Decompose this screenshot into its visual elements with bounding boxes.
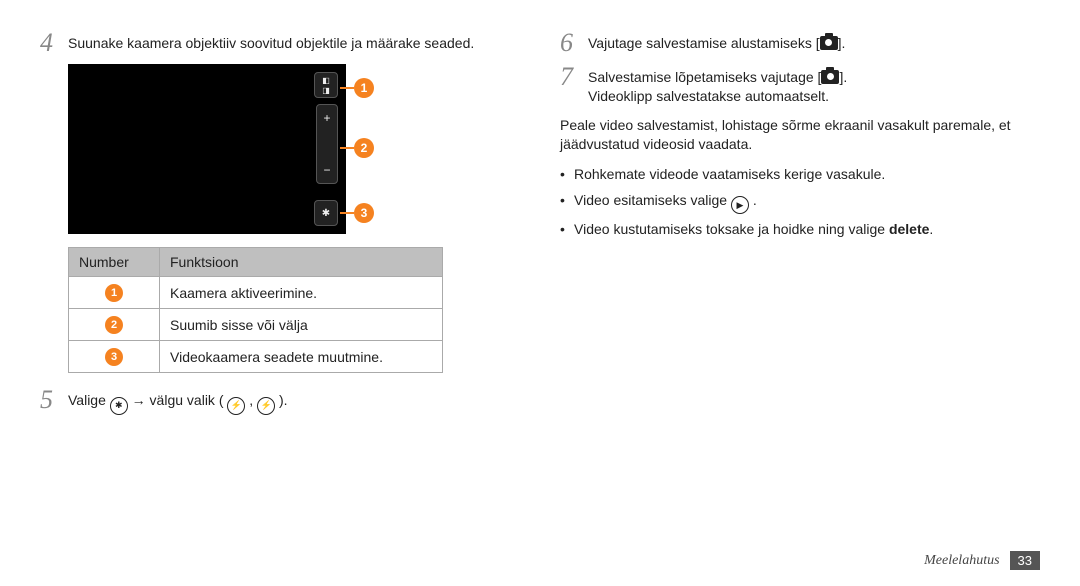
page-footer: Meelelahutus 33 — [924, 551, 1040, 570]
gear-icon: ✱ — [110, 397, 128, 415]
zoom-out-icon: − — [323, 163, 330, 177]
camera-icon — [821, 70, 839, 84]
callout-1: 1 — [340, 78, 374, 98]
step-text: Suunake kaamera objektiiv soovitud objek… — [68, 30, 474, 56]
callout-badge: 1 — [354, 78, 374, 98]
switch-camera-button: ◧◨ — [314, 72, 338, 98]
step-text: Valige ✱ → välgu valik ( ⚡ , ⚡ ). — [68, 387, 288, 415]
row-function: Kaamera aktiveerimine. — [160, 277, 443, 309]
left-column: 4 Suunake kaamera objektiiv soovitud obj… — [40, 30, 520, 423]
table-row: 2 Suumib sisse või välja — [69, 309, 443, 341]
right-column: 6 Vajutage salvestamise alustamiseks [].… — [560, 30, 1040, 423]
row-function: Suumib sisse või välja — [160, 309, 443, 341]
header-number: Number — [69, 248, 160, 277]
list-item: Video esitamiseks valige ▶ . — [560, 191, 1040, 215]
step-6: 6 Vajutage salvestamise alustamiseks []. — [560, 30, 1040, 56]
zoom-in-icon: + — [323, 111, 330, 125]
callout-badge: 3 — [354, 203, 374, 223]
table-row: 3 Videokaamera seadete muutmine. — [69, 341, 443, 373]
callout-3: 3 — [340, 203, 374, 223]
camera-preview-illustration: ◧◨ + − ✱ 1 2 3 — [68, 64, 378, 237]
gear-icon: ✱ — [322, 208, 330, 219]
step-7: 7 Salvestamise lõpetamiseks vajutage [].… — [560, 64, 1040, 106]
zoom-slider: + − — [316, 104, 338, 184]
step-text: Vajutage salvestamise alustamiseks []. — [588, 30, 845, 56]
header-function: Funktsioon — [160, 248, 443, 277]
delete-label: delete — [889, 221, 929, 237]
switch-camera-icon: ◧◨ — [322, 76, 330, 95]
camcorder-settings-button: ✱ — [314, 200, 338, 226]
row-badge: 2 — [105, 316, 123, 334]
step-5: 5 Valige ✱ → välgu valik ( ⚡ , ⚡ ). — [40, 387, 520, 415]
play-icon: ▶ — [731, 196, 749, 214]
row-function: Videokaamera seadete muutmine. — [160, 341, 443, 373]
camera-icon — [820, 36, 838, 50]
step-number: 5 — [40, 387, 60, 415]
function-table: Number Funktsioon 1 Kaamera aktiveerimin… — [68, 247, 443, 373]
camera-screen: ◧◨ + − ✱ — [68, 64, 346, 234]
step-text: Salvestamise lõpetamiseks vajutage []. V… — [588, 64, 847, 106]
list-item: Video kustutamiseks toksake ja hoidke ni… — [560, 220, 1040, 240]
flash-on-icon: ⚡ — [227, 397, 245, 415]
section-name: Meelelahutus — [924, 553, 999, 569]
table-header-row: Number Funktsioon — [69, 248, 443, 277]
step-4: 4 Suunake kaamera objektiiv soovitud obj… — [40, 30, 520, 56]
step-number: 6 — [560, 30, 580, 56]
tips-list: Rohkemate videode vaatamiseks kerige vas… — [560, 165, 1040, 240]
after-record-paragraph: Peale video salvestamist, lohistage sõrm… — [560, 116, 1040, 155]
row-badge: 1 — [105, 284, 123, 302]
flash-off-icon: ⚡ — [257, 397, 275, 415]
step-number: 7 — [560, 64, 580, 106]
step-number: 4 — [40, 30, 60, 56]
callout-badge: 2 — [354, 138, 374, 158]
row-badge: 3 — [105, 348, 123, 366]
page-number: 33 — [1010, 551, 1040, 570]
list-item: Rohkemate videode vaatamiseks kerige vas… — [560, 165, 1040, 185]
table-row: 1 Kaamera aktiveerimine. — [69, 277, 443, 309]
callout-2: 2 — [340, 138, 374, 158]
